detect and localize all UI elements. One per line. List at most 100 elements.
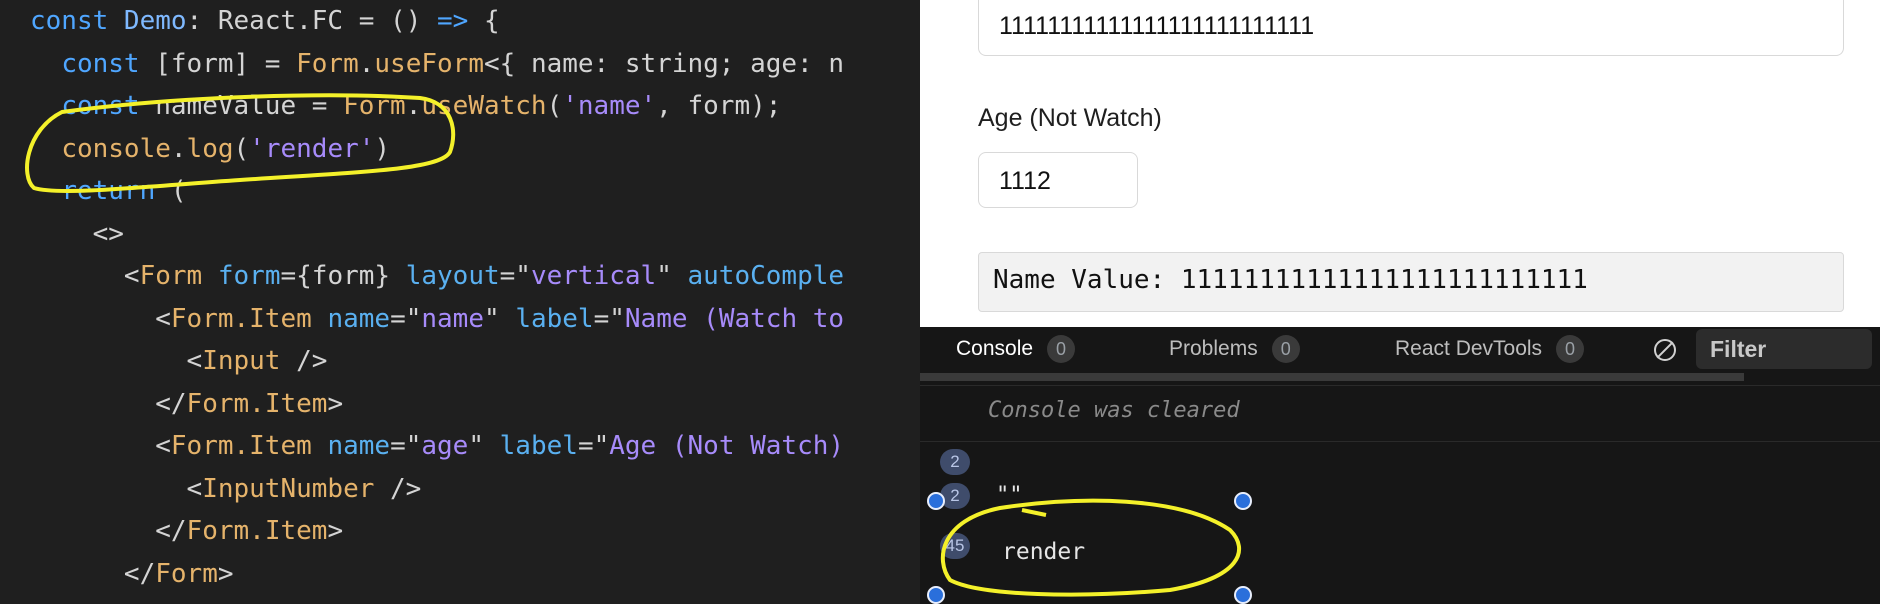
code-token: .: [405, 91, 422, 121]
code-token: name: [421, 303, 484, 334]
selection-handle[interactable]: [1234, 586, 1252, 604]
code-token: InputNumber: [202, 473, 391, 504]
tab-problems-count: 0: [1271, 335, 1300, 363]
code-token: label: [515, 303, 594, 334]
code-token: ={form}: [280, 261, 406, 291]
code-line[interactable]: const nameValue = Form.useWatch('name', …: [30, 85, 844, 128]
code-token: useForm: [374, 48, 484, 79]
tab-react-devtools[interactable]: React DevTools 0: [1395, 335, 1585, 363]
code-line[interactable]: <InputNumber />: [30, 468, 844, 511]
console-message-row: 45 render: [920, 519, 1880, 575]
code-token: Form: [343, 91, 406, 121]
code-token: >: [327, 388, 344, 419]
tab-problems[interactable]: Problems 0: [1169, 335, 1300, 363]
tab-problems-label: Problems: [1169, 337, 1258, 360]
code-token: </: [30, 516, 187, 546]
code-token: Age (Not Watch): [609, 431, 845, 461]
tab-console-count: 0: [1047, 335, 1076, 363]
code-token: =>: [437, 6, 484, 36]
code-token: =": [593, 303, 625, 334]
tab-console-label: Console: [956, 337, 1034, 360]
code-token: />: [390, 473, 422, 504]
code-token: console: [61, 133, 171, 164]
age-input[interactable]: 1112: [978, 152, 1138, 208]
selection-handle[interactable]: [927, 586, 945, 604]
code-line[interactable]: const [form] = Form.useForm<{ name: stri…: [30, 43, 844, 86]
code-token: Form.Item: [170, 303, 328, 334]
code-token: ": [484, 303, 516, 334]
code-line[interactable]: <Form.Item name="age" label="Age (Not Wa…: [30, 425, 844, 468]
console-message-row: 2: [920, 441, 1880, 482]
code-token: (: [170, 176, 187, 206]
code-token: , form);: [656, 91, 782, 121]
code-line[interactable]: </Form.Item>: [30, 510, 844, 553]
code-line[interactable]: <Input />: [30, 340, 844, 383]
code-token: age: [421, 431, 469, 461]
code-token: >: [327, 516, 344, 546]
message-text: render: [1002, 539, 1086, 565]
code-token: <: [30, 303, 171, 334]
message-count-badge: 2: [940, 449, 970, 475]
console-panel: Console 0 Problems 0 React DevTools 0 Filte…: [920, 327, 1880, 604]
code-token: .: [170, 133, 187, 164]
code-token: <: [30, 473, 203, 504]
code-token: Form.Item: [186, 516, 328, 546]
preview-pane: 11111111111111111111111111 Age (Not Watc…: [920, 0, 1880, 328]
message-count-badge: 2: [940, 483, 970, 509]
tab-react-devtools-label: React DevTools: [1395, 337, 1543, 360]
code-token: form: [217, 261, 281, 291]
code-token: autoComple: [687, 261, 845, 291]
code-token: const: [61, 91, 156, 121]
code-token: ": [656, 261, 688, 291]
code-token: return: [61, 176, 171, 206]
code-token: 'name': [562, 91, 657, 121]
code-line[interactable]: </Form.Item>: [30, 383, 844, 426]
code-line[interactable]: <>: [30, 213, 844, 256]
code-token: </: [30, 388, 187, 419]
name-input[interactable]: 11111111111111111111111111: [978, 0, 1844, 56]
code-token: <{ name: string; age: n: [483, 48, 845, 79]
tab-console[interactable]: Console 0: [956, 335, 1076, 363]
code-line[interactable]: return (: [30, 170, 844, 213]
code-token: <>: [30, 218, 124, 249]
code-token: Demo: [123, 6, 187, 36]
selection-handle[interactable]: [1234, 492, 1252, 510]
code-token: useWatch: [421, 91, 547, 121]
code-token: Form.Item: [186, 388, 328, 419]
horizontal-scrollbar[interactable]: [920, 373, 1744, 381]
code-editor[interactable]: const Demo: React.FC = () => { const [fo…: [0, 0, 920, 604]
code-token: =": [390, 431, 422, 461]
code-token: Form: [139, 261, 218, 291]
code-token: const: [30, 6, 124, 36]
filter-input[interactable]: Filter: [1696, 329, 1872, 369]
code-token: (: [546, 91, 563, 121]
code-token: nameValue =: [155, 91, 344, 121]
clear-console-icon[interactable]: [1654, 339, 1676, 361]
code-token: const: [61, 48, 156, 79]
code-token: (: [233, 133, 250, 164]
code-line[interactable]: console.log('render'): [30, 128, 844, 171]
code-token: =": [390, 303, 422, 334]
code-line[interactable]: <Form.Item name="name" label="Name (Watc…: [30, 298, 844, 341]
code-line[interactable]: <Form form={form} layout="vertical" auto…: [30, 255, 844, 298]
code-token: [form] =: [155, 48, 297, 79]
age-label: Age (Not Watch): [978, 104, 1162, 132]
code-line[interactable]: </Form>: [30, 553, 844, 596]
code-token: log: [186, 133, 234, 164]
code-token: layout: [405, 261, 500, 291]
code-line[interactable]: const Demo: React.FC = () => {: [30, 0, 844, 43]
code-content[interactable]: const Demo: React.FC = () => { const [fo…: [30, 0, 844, 595]
panel-tabs: Console 0 Problems 0 React DevTools 0 Filte…: [920, 327, 1880, 371]
code-token: =": [577, 431, 610, 461]
code-token: name: [327, 431, 391, 461]
code-token: >: [217, 558, 234, 589]
code-token: <: [30, 431, 171, 461]
code-token: : React.FC = (): [186, 6, 437, 36]
selection-handle[interactable]: [927, 492, 945, 510]
code-token: name: [327, 303, 391, 334]
message-count-badge: 45: [940, 533, 970, 559]
code-token: </: [30, 558, 156, 589]
